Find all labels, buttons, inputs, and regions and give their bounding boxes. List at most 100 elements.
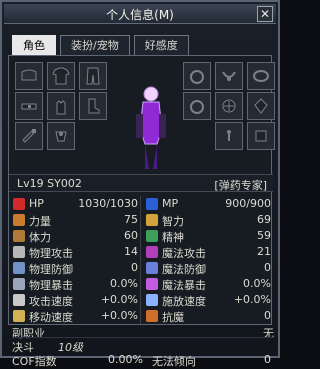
stat-label: 物理防御 (29, 263, 73, 276)
stat-label: 物理攻击 (29, 247, 73, 260)
bottom-divider (12, 337, 274, 338)
stat-label: HP (29, 197, 44, 210)
equip-slot-title[interactable] (47, 122, 75, 150)
stat-phys-crit: 物理暴击 0.0% (9, 276, 140, 292)
duel-value: 10级 (58, 341, 83, 354)
equip-slot-bracelet[interactable] (247, 62, 275, 90)
bottom-info: 副职业 无 决斗 10级 COF指数 0.00% 无法倾向 0 (12, 325, 274, 368)
stat-resist: 抗魔 0 (142, 308, 273, 324)
stat-label: 魔法防御 (162, 263, 206, 276)
stat-cast-speed: 施放速度 +0.0% (142, 292, 273, 308)
equip-slot-weapon[interactable] (15, 122, 43, 150)
equip-slot-shoulder[interactable] (15, 62, 43, 90)
equip-slot-boots[interactable] (79, 92, 107, 120)
equip-slot-ring-1[interactable] (183, 62, 211, 90)
phys-attack-icon (13, 246, 25, 258)
stat-magic-attack: 魔法攻击 21 (142, 244, 273, 260)
stat-value: 59 (257, 229, 271, 242)
pants-icon (86, 67, 100, 85)
stat-label: 体力 (29, 231, 51, 244)
stat-move-speed: 移动速度 +0.0% (9, 308, 140, 324)
stat-spirit: 精神 59 (142, 228, 273, 244)
necklace-icon (222, 71, 236, 81)
earring-icon (227, 130, 231, 141)
ring-icon (190, 100, 204, 114)
stat-value: 900/900 (225, 197, 271, 210)
equip-slot-belt[interactable] (15, 92, 43, 120)
bracelet-icon (253, 70, 269, 82)
stat-value: 0.0% (243, 277, 271, 290)
stat-label: 精神 (162, 231, 184, 244)
attack-speed-icon (13, 294, 25, 306)
tabs: 角色 装扮/宠物 好感度 (12, 35, 189, 55)
stat-value: 1030/1030 (78, 197, 138, 210)
level: Lv19 (17, 177, 44, 190)
stat-value: 0 (264, 309, 271, 322)
stat-mp: MP 900/900 (142, 196, 273, 212)
character-info-row: Lv19 SY002 [弹药专家] (9, 174, 273, 192)
belt-icon (21, 103, 37, 110)
stats-table: HP 1030/1030 力量 75 体力 60 物理攻击 14 物理防御 0 … (9, 196, 273, 326)
equip-slot-earring[interactable] (215, 122, 243, 150)
equip-slot-magic-stone[interactable] (247, 92, 275, 120)
stats-divider (140, 196, 141, 326)
boot-icon (88, 98, 100, 114)
character-info-window: 个人信息(M) ✕ 角色 装扮/宠物 好感度 Lv19 SY002 [弹药专家]… (0, 0, 280, 368)
stat-value: 60 (124, 229, 138, 242)
stat-hp: HP 1030/1030 (9, 196, 140, 212)
weapon-icon (22, 129, 36, 143)
intelligence-icon (146, 214, 158, 226)
tab-role[interactable]: 角色 (12, 35, 56, 55)
resist-icon (146, 310, 158, 322)
move-speed-icon (13, 310, 25, 322)
tab-favorability[interactable]: 好感度 (133, 35, 189, 55)
shirt-icon (52, 67, 70, 85)
stat-value: 0 (264, 261, 271, 274)
stat-label: 智力 (162, 215, 184, 228)
role-panel: Lv19 SY002 [弹药专家] HP 1030/1030 力量 75 体力 … (8, 55, 275, 326)
stat-magic-crit: 魔法暴击 0.0% (142, 276, 273, 292)
mp-heart-icon (146, 198, 158, 210)
equip-slot-accessory[interactable] (247, 122, 275, 150)
equip-slot-assist[interactable] (215, 92, 243, 120)
cast-speed-icon (146, 294, 158, 306)
tendency-label: 无法倾向 (152, 355, 196, 368)
close-button[interactable]: ✕ (257, 6, 273, 22)
assist-icon (222, 99, 236, 113)
accessory-icon (255, 130, 267, 142)
shoulder-icon (21, 69, 37, 81)
stone-icon (254, 98, 268, 114)
stat-value: 0 (131, 261, 138, 274)
phys-defense-icon (13, 262, 25, 274)
equipment-area (9, 56, 275, 174)
equip-slot-gloves[interactable] (47, 92, 75, 120)
stat-value: 75 (124, 213, 138, 226)
subclass-value: 无 (263, 327, 274, 340)
stat-label: 魔法暴击 (162, 279, 206, 292)
stat-value: 21 (257, 245, 271, 258)
equip-slot-ring-2[interactable] (183, 92, 211, 120)
magic-attack-icon (146, 246, 158, 258)
stat-label: 魔法攻击 (162, 247, 206, 260)
vitality-icon (13, 230, 25, 242)
stat-vitality: 体力 60 (9, 228, 140, 244)
stat-value: +0.0% (233, 293, 271, 306)
spirit-icon (146, 230, 158, 242)
phys-crit-icon (13, 278, 25, 290)
magic-crit-icon (146, 278, 158, 290)
stat-attack-speed: 攻击速度 +0.0% (9, 292, 140, 308)
stat-intelligence: 智力 69 (142, 212, 273, 228)
stat-value: +0.0% (100, 293, 138, 306)
equip-slot-pants[interactable] (79, 62, 107, 90)
stat-label: 施放速度 (162, 295, 206, 308)
stat-strength: 力量 75 (9, 212, 140, 228)
window-title: 个人信息(M) (106, 8, 174, 22)
glove-icon (56, 100, 66, 115)
tab-costume-pet[interactable]: 装扮/宠物 (60, 35, 130, 55)
stat-label: 力量 (29, 215, 51, 228)
equip-slot-necklace[interactable] (215, 62, 243, 90)
stat-label: 抗魔 (162, 311, 184, 324)
class-label: [弹药专家] (214, 179, 267, 192)
title-bar[interactable]: 个人信息(M) ✕ (4, 4, 276, 24)
equip-slot-top[interactable] (47, 62, 75, 90)
